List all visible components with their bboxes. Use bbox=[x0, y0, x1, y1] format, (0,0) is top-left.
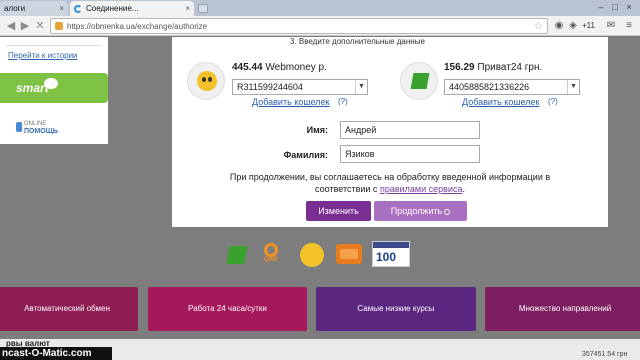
from-currency: Webmoney р. bbox=[265, 62, 327, 73]
back-icon[interactable]: ◀ bbox=[4, 19, 18, 33]
last-name-field[interactable]: Язиков bbox=[340, 145, 480, 163]
feature-lowest-rates[interactable]: Самые низкие курсы bbox=[316, 287, 476, 331]
address-bar[interactable]: https://obmenka.ua/exchange/authorize ☆ bbox=[50, 18, 548, 34]
notification-counter: +11 bbox=[582, 21, 595, 30]
to-account-select[interactable]: 4405885821336226 ▼ bbox=[444, 79, 580, 95]
extension-icon[interactable]: ◈ bbox=[566, 19, 580, 33]
qiwi-icon[interactable]: QIWI bbox=[262, 243, 280, 267]
left-sidebar: Перейти к истории smart ONLINE ПОМОЩЬ bbox=[0, 37, 108, 144]
maximize-icon[interactable]: □ bbox=[610, 2, 620, 12]
phone-icon bbox=[16, 122, 22, 132]
menu-icon[interactable]: ≡ bbox=[622, 19, 636, 33]
from-amount-value: 445.44 bbox=[232, 62, 263, 73]
help-icon[interactable]: (?) bbox=[548, 97, 558, 106]
tab-connection[interactable]: Соединение... × bbox=[70, 1, 194, 16]
page-content: Перейти к истории smart ONLINE ПОМОЩЬ 3.… bbox=[0, 37, 640, 360]
tab-bar: алоги × Соединение... × – □ × bbox=[0, 0, 640, 16]
extension-icon[interactable]: ◉ bbox=[552, 19, 566, 33]
yandex-money-icon[interactable] bbox=[336, 244, 362, 264]
help-icon[interactable]: (?) bbox=[338, 97, 348, 106]
star-icon[interactable]: ☆ bbox=[534, 21, 543, 32]
reload-icon[interactable]: ✕ bbox=[33, 19, 47, 33]
close-icon[interactable]: × bbox=[185, 4, 190, 13]
forward-icon[interactable]: ▶ bbox=[18, 19, 32, 33]
service-rules-link[interactable]: правилами сервиса bbox=[380, 184, 463, 194]
tab-label: Соединение... bbox=[86, 4, 139, 13]
feature-many-directions[interactable]: Множество направлений bbox=[485, 287, 640, 331]
to-amount-value: 156.29 bbox=[444, 62, 475, 73]
from-account-value: R311599244604 bbox=[237, 82, 303, 92]
first-name-field[interactable]: Андрей bbox=[340, 121, 480, 139]
browser-toolbar: ◀ ▶ ✕ https://obmenka.ua/exchange/author… bbox=[0, 16, 640, 36]
wmz-icon[interactable]: 100 bbox=[372, 241, 410, 267]
exchange-form: 3. Введите дополнительные данные 445.44 … bbox=[172, 37, 608, 227]
from-account-select[interactable]: R311599244604 ▼ bbox=[232, 79, 368, 95]
close-icon[interactable]: × bbox=[59, 4, 64, 13]
loading-spinner-icon bbox=[74, 4, 82, 13]
wmz-number: 100 bbox=[376, 250, 397, 264]
divider bbox=[6, 45, 102, 46]
extension-icon[interactable]: ✉ bbox=[604, 19, 618, 33]
minimize-icon[interactable]: – bbox=[596, 2, 606, 12]
first-name-label: Имя: bbox=[306, 125, 328, 135]
watermark: ncast-O-Matic.com bbox=[0, 347, 112, 360]
from-amount: 445.44 Webmoney р. bbox=[232, 62, 327, 73]
add-wallet-link-from[interactable]: Добавить кошелек bbox=[252, 97, 329, 107]
last-name-label: Фамилия: bbox=[283, 150, 328, 160]
lock-icon bbox=[55, 22, 63, 30]
chevron-down-icon: ▼ bbox=[567, 80, 579, 94]
tab-label: алоги bbox=[4, 4, 26, 13]
history-link[interactable]: Перейти к истории bbox=[8, 51, 78, 60]
webmoney-icon[interactable] bbox=[300, 243, 324, 267]
webmoney-icon bbox=[187, 62, 225, 100]
footer-strip: рвы валют ncast-O-Matic.com 357451.54 гр… bbox=[0, 339, 640, 360]
continue-label: Продолжить bbox=[390, 206, 443, 216]
tab-dialogs[interactable]: алоги × bbox=[0, 1, 68, 16]
smart-banner[interactable]: smart bbox=[0, 73, 108, 103]
privat-icon[interactable] bbox=[226, 246, 248, 264]
to-currency: Приват24 грн. bbox=[477, 62, 543, 73]
continue-button[interactable]: Продолжить bbox=[374, 201, 467, 221]
consent-text: При продолжении, вы соглашаетесь на обра… bbox=[212, 171, 568, 195]
change-button[interactable]: Изменить bbox=[306, 201, 371, 221]
add-wallet-link-to[interactable]: Добавить кошелек bbox=[462, 97, 539, 107]
feature-24-7[interactable]: Работа 24 часа/сутки bbox=[148, 287, 307, 331]
speech-bubble-icon bbox=[44, 78, 58, 89]
feature-auto-exchange[interactable]: Автоматический обмен bbox=[0, 287, 138, 331]
close-window-icon[interactable]: × bbox=[624, 2, 634, 12]
consent-end: . bbox=[462, 184, 465, 194]
qiwi-label: QIWI bbox=[264, 257, 278, 263]
url-text: https://obmenka.ua/exchange/authorize bbox=[67, 21, 208, 31]
new-tab-button[interactable] bbox=[198, 4, 208, 13]
to-amount: 156.29 Приват24 грн. bbox=[444, 62, 542, 73]
step-title: 3. Введите дополнительные данные bbox=[290, 37, 425, 46]
chevron-down-icon: ▼ bbox=[355, 80, 367, 94]
cursor-icon bbox=[444, 208, 451, 215]
privat24-icon bbox=[400, 62, 438, 100]
footer-reserve: 357451.54 грн bbox=[582, 351, 628, 358]
to-account-value: 4405885821336226 bbox=[449, 82, 530, 92]
online-help-button[interactable]: ONLINE ПОМОЩЬ bbox=[14, 121, 58, 135]
